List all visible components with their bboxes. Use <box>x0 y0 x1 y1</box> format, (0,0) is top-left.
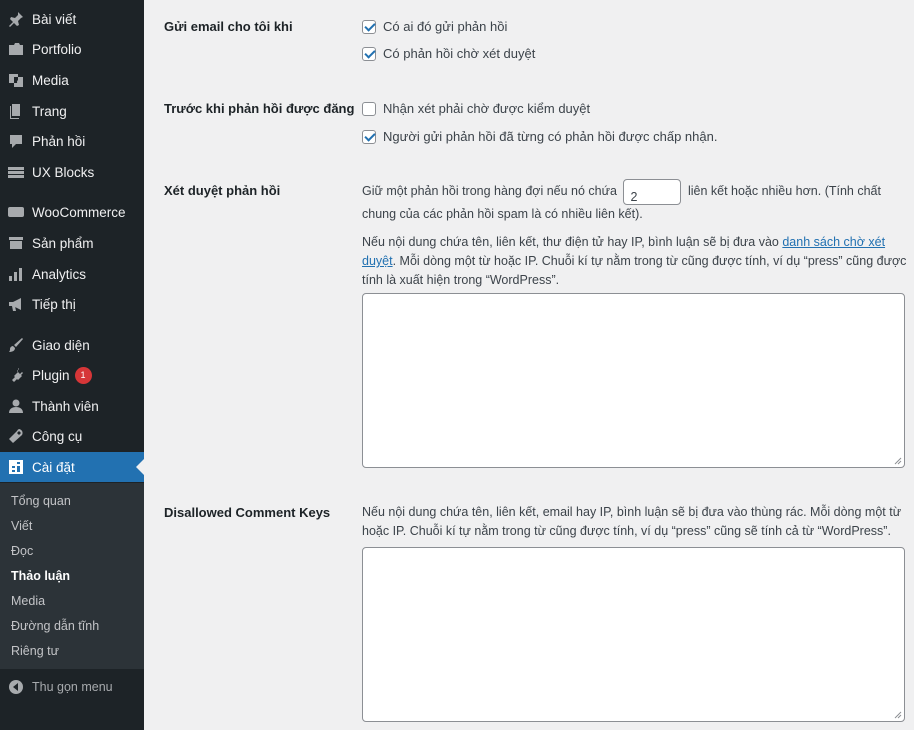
menu-label: Analytics <box>32 266 87 282</box>
before-appears-label: Trước khi phản hồi được đăng <box>164 101 355 116</box>
collapse-menu-label: Thu gọn menu <box>32 680 113 694</box>
menu-item-marketing[interactable]: Tiếp thị <box>0 289 144 319</box>
submenu-item-reading[interactable]: Đọc <box>11 544 33 558</box>
woo-icon <box>8 204 24 220</box>
disallowed-keys-description: Nếu nội dung chứa tên, liên kết, email h… <box>362 505 902 538</box>
submenu-item-writing[interactable]: Viết <box>11 519 32 533</box>
collapse-menu-button[interactable]: Thu gọn menu <box>0 675 144 699</box>
submenu-item-privacy[interactable]: Riêng tư <box>11 644 59 658</box>
menu-item-ux-blocks[interactable]: UX Blocks <box>0 157 144 187</box>
keys-desc-end: . Mỗi dòng một từ hoặc IP. Chuỗi kí tự n… <box>362 254 907 287</box>
option-label: Nhận xét phải chờ được kiểm duyệt <box>383 101 591 116</box>
menu-item-users[interactable]: Thành viên <box>0 391 144 421</box>
moderation-keys-textarea[interactable] <box>362 293 905 468</box>
menu-item-analytics[interactable]: Analytics <box>0 259 144 289</box>
menu-item-media[interactable]: Media <box>0 65 144 95</box>
menu-label: WooCommerce <box>32 204 126 220</box>
menu-label: Cài đặt <box>32 459 75 475</box>
plug-icon <box>8 367 24 383</box>
disallowed-keys-label: Disallowed Comment Keys <box>164 505 331 520</box>
folder-icon <box>8 41 24 57</box>
moderation-text-after: liên kết hoặc nhiều hơn. (Tính chất <box>687 184 881 198</box>
keys-desc-start: Nếu nội dung chứa tên, liên kết, thư điệ… <box>362 235 779 249</box>
menu-label: Plugin <box>32 367 70 383</box>
archive-icon <box>8 235 24 251</box>
moderation-text-before: Giữ một phản hồi trong hàng đợi nếu nó c… <box>362 184 617 198</box>
menu-item-appearance[interactable]: Giao diện <box>0 330 144 360</box>
submenu-item-general[interactable]: Tổng quan <box>11 494 71 508</box>
moderation-links-sentence: Giữ một phản hồi trong hàng đợi nếu nó c… <box>362 178 907 205</box>
menu-label: UX Blocks <box>32 164 95 180</box>
moderation-keys-description: Nếu nội dung chứa tên, liên kết, thư điệ… <box>362 233 910 290</box>
menu-item-posts[interactable]: Bài viết <box>0 4 144 34</box>
media-icon <box>8 72 24 88</box>
menu-item-settings[interactable]: Cài đặt <box>0 452 144 482</box>
menu-label: Portfolio <box>32 41 82 57</box>
chart-bar-icon <box>8 266 24 282</box>
moderation-text-line2: chung của các phản hồi spam là có nhiều … <box>362 207 643 221</box>
update-count-badge: 1 <box>74 366 92 384</box>
megaphone-icon <box>8 296 24 312</box>
resize-handle-icon[interactable] <box>894 457 902 465</box>
menu-item-woocommerce[interactable]: WooCommerce <box>0 197 144 227</box>
admin-sidebar: Bài viết Portfolio Media Trang Phản hồi … <box>0 0 144 730</box>
comment-moderation-label: Xét duyệt phản hồi <box>164 183 281 198</box>
menu-item-products[interactable]: Sản phẩm <box>0 228 144 258</box>
checkbox[interactable] <box>362 129 376 144</box>
menu-label: Giao diện <box>32 337 90 353</box>
blocks-icon <box>8 164 24 180</box>
pin-icon <box>8 11 24 27</box>
user-icon <box>8 398 24 414</box>
email-me-label: Gửi email cho tôi khi <box>164 19 293 34</box>
menu-label: Công cụ <box>32 428 83 444</box>
menu-item-pages[interactable]: Trang <box>0 96 144 126</box>
option-label: Có phản hồi chờ xét duyệt <box>383 46 536 61</box>
page-icon <box>8 103 24 119</box>
menu-label: Bài viết <box>32 11 77 27</box>
wrench-icon <box>8 428 24 444</box>
menu-item-portfolio[interactable]: Portfolio <box>0 34 144 64</box>
menu-label: Tiếp thị <box>32 296 76 312</box>
option-manual-approval[interactable]: Nhận xét phải chờ được kiểm duyệt <box>362 101 590 116</box>
submenu-item-discussion[interactable]: Thảo luận <box>11 569 70 583</box>
settings-icon <box>8 459 24 475</box>
menu-label: Trang <box>32 103 67 119</box>
settings-submenu: Tổng quan Viết Đọc Thảo luận Media Đường… <box>0 483 144 669</box>
option-held-for-moderation[interactable]: Có phản hồi chờ xét duyệt <box>362 46 535 61</box>
menu-item-comments[interactable]: Phản hồi <box>0 126 144 156</box>
checkbox[interactable] <box>362 46 376 61</box>
option-label: Người gửi phản hồi đã từng có phản hồi đ… <box>383 129 718 144</box>
max-links-input[interactable]: 2 <box>623 178 682 205</box>
checkbox[interactable] <box>362 101 376 116</box>
brush-icon <box>8 337 24 353</box>
disallowed-keys-textarea[interactable] <box>362 547 905 722</box>
option-previously-approved[interactable]: Người gửi phản hồi đã từng có phản hồi đ… <box>362 129 717 144</box>
submenu-item-media[interactable]: Media <box>11 594 45 608</box>
option-anyone-posts[interactable]: Có ai đó gửi phản hồi <box>362 19 507 34</box>
menu-item-tools[interactable]: Công cụ <box>0 421 144 451</box>
option-label: Có ai đó gửi phản hồi <box>383 19 508 34</box>
checkbox[interactable] <box>362 19 376 34</box>
collapse-arrow-icon <box>8 679 24 695</box>
menu-label: Phản hồi <box>32 133 86 149</box>
submenu-item-permalinks[interactable]: Đường dẫn tĩnh <box>11 619 99 633</box>
resize-handle-icon[interactable] <box>894 711 902 719</box>
menu-label: Thành viên <box>32 398 99 414</box>
menu-label: Sản phẩm <box>32 235 94 251</box>
comment-icon <box>8 133 24 149</box>
menu-item-plugins[interactable]: Plugin 1 <box>0 360 144 390</box>
menu-label: Media <box>32 72 69 88</box>
